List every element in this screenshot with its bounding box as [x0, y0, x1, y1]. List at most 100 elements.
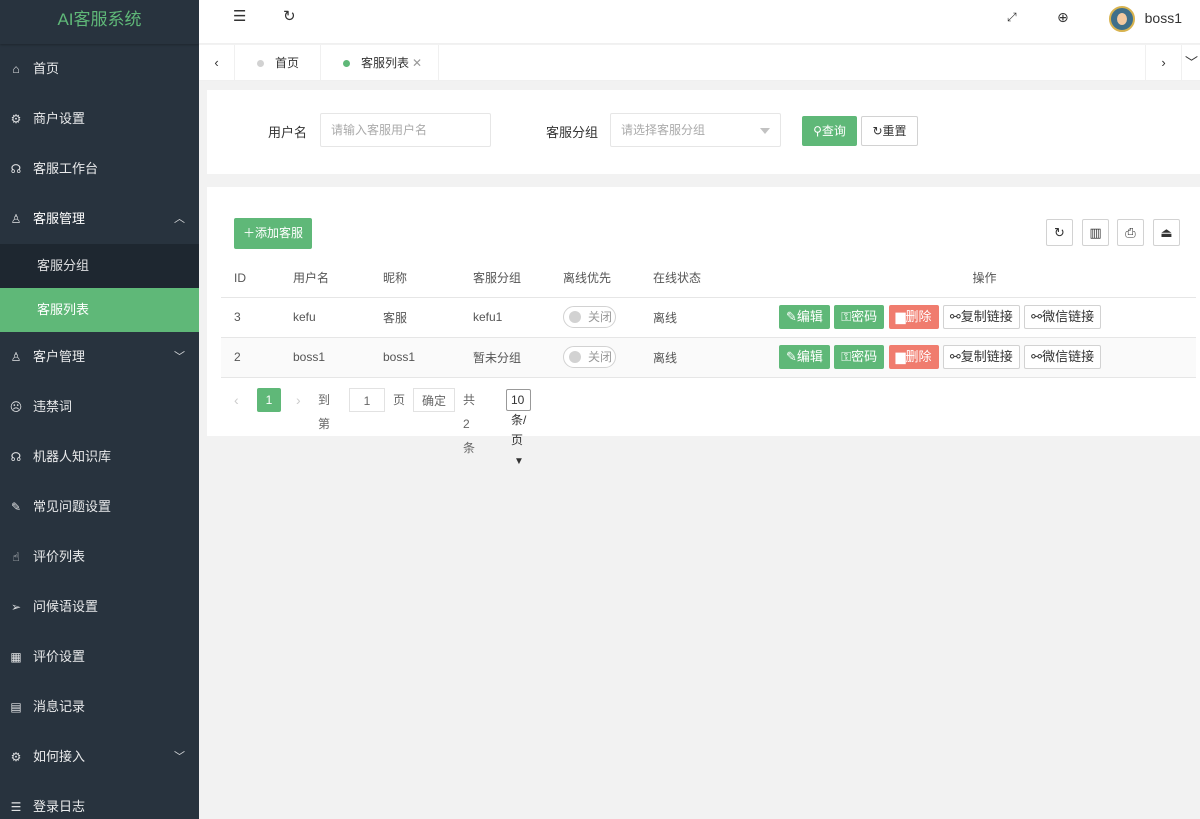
password-button[interactable]: ⚿密码 — [834, 305, 885, 329]
add-agent-button-label: 添加客服 — [255, 226, 304, 240]
delete-button-label: 删除 — [905, 309, 932, 324]
sidebar-item-review-settings[interactable]: ▦ 评价设置 — [0, 632, 199, 682]
edit-button[interactable]: ✎编辑 — [779, 305, 830, 329]
goto-page-input[interactable]: 1 — [349, 388, 385, 412]
close-icon[interactable]: ✕ — [412, 45, 422, 81]
trash-icon: ▆ — [895, 309, 906, 324]
sidebar-item-label: 客户管理 — [33, 349, 86, 364]
table-row: 3 kefu 客服 kefu1 关闭 离线 ✎编辑 ⚿密码 ▆删除 ⚯复制链接 … — [221, 297, 1196, 338]
page-number-current[interactable]: 1 — [257, 388, 281, 412]
print-icon[interactable]: ⎙ — [1117, 219, 1144, 246]
sidebar-item-label: 商户设置 — [33, 111, 86, 126]
sidebar-item-faq-settings[interactable]: ✎ 常见问题设置 — [0, 482, 199, 532]
add-agent-button[interactable]: ＋添加客服 — [234, 218, 312, 249]
chevron-down-icon: ▼ — [514, 456, 524, 467]
sidebar-item-label: 评价设置 — [33, 649, 86, 664]
toggle-knob — [569, 351, 581, 363]
toggle-label: 关闭 — [588, 350, 613, 364]
username-input[interactable]: 请输入客服用户名 — [320, 113, 491, 147]
password-button[interactable]: ⚿密码 — [834, 345, 885, 369]
link-icon: ⚯ — [949, 309, 961, 324]
cell-status: 离线 — [653, 337, 773, 378]
username: boss1 — [1144, 10, 1182, 26]
avatar — [1108, 6, 1135, 33]
page-size-select[interactable]: 10 条/页 ▼ — [506, 389, 532, 467]
wechat-link-button[interactable]: ⚯微信链接 — [1024, 345, 1102, 369]
sidebar-item-banned-words[interactable]: ☹ 违禁词 — [0, 382, 199, 432]
sidebar-item-how-to-integrate[interactable]: ⚙ 如何接入 ﹀ — [0, 732, 199, 782]
edit-icon: ✎ — [786, 349, 797, 364]
sidebar-item-message-log[interactable]: ▤ 消息记录 — [0, 682, 199, 732]
cell-group: 暂未分组 — [473, 337, 563, 378]
sidebar-item-label: 机器人知识库 — [33, 449, 112, 464]
delete-button-label: 删除 — [905, 349, 932, 364]
search-form: 用户名 请输入客服用户名 客服分组 请选择客服分组 ⚲查询 ↻重置 — [207, 90, 1200, 174]
sidebar-item-label: 违禁词 — [33, 399, 73, 414]
goto-confirm-button[interactable]: 确定 — [413, 388, 455, 412]
tab-scroll-left-icon[interactable]: ‹ — [199, 45, 235, 81]
col-header: 用户名 — [293, 259, 383, 298]
copy-link-button[interactable]: ⚯复制链接 — [942, 305, 1020, 329]
sidebar-item-agent-management[interactable]: ♙ 客服管理 ︿ — [0, 194, 199, 244]
sidebar-item-login-log[interactable]: ☰ 登录日志 — [0, 782, 199, 819]
copy-link-button[interactable]: ⚯复制链接 — [942, 345, 1020, 369]
sidebar-item-label: 消息记录 — [33, 699, 86, 714]
top-header: ☰ ↻ ⤢ ⊕ boss1 — [199, 0, 1200, 44]
offline-first-toggle[interactable]: 关闭 — [563, 346, 616, 368]
sidebar-item-review-list[interactable]: ☝ 评价列表 — [0, 532, 199, 582]
fullscreen-icon[interactable]: ⤢ — [1007, 0, 1017, 34]
cell-nickname: 客服 — [383, 297, 473, 338]
offline-first-toggle[interactable]: 关闭 — [563, 306, 616, 328]
sidebar-item-label: 客服工作台 — [33, 161, 99, 176]
cell-username: boss1 — [293, 337, 383, 378]
toggle-label: 关闭 — [588, 310, 613, 324]
export-icon[interactable]: ⏏ — [1153, 219, 1180, 246]
sidebar-item-greeting-settings[interactable]: ➢ 问候语设置 — [0, 582, 199, 632]
cell-id: 3 — [221, 297, 293, 338]
sidebar-item-label: 如何接入 — [33, 749, 86, 764]
tab-home[interactable]: 首页 — [235, 45, 321, 81]
tab-scroll-right-icon[interactable]: › — [1145, 45, 1181, 81]
edit-icon: ✎ — [786, 309, 797, 324]
reset-button[interactable]: ↻重置 — [861, 116, 918, 146]
refresh-icon[interactable]: ↻ — [1046, 219, 1073, 246]
sidebar-item-agent-list[interactable]: 客服列表 — [0, 288, 199, 332]
query-button[interactable]: ⚲查询 — [802, 116, 857, 146]
cell-group: kefu1 — [473, 297, 563, 338]
app-logo[interactable]: AI客服系统 — [0, 0, 199, 44]
sidebar-item-label: 评价列表 — [33, 549, 86, 564]
sidebar-item-robot-kb[interactable]: ☊ 机器人知识库 — [0, 432, 199, 482]
edit-button-label: 编辑 — [796, 349, 823, 364]
lock-icon: ⚿ — [841, 309, 852, 324]
wechat-link-button[interactable]: ⚯微信链接 — [1024, 305, 1102, 329]
col-header: ID — [221, 259, 293, 298]
link-icon: ⚯ — [1031, 309, 1043, 324]
chevron-down-icon: ﹀ — [174, 751, 185, 763]
sidebar-item-home[interactable]: ⌂ 首页 — [0, 44, 199, 94]
menu-toggle-icon[interactable]: ☰ — [233, 0, 246, 34]
user-menu[interactable]: boss1 — [1108, 4, 1182, 33]
col-header: 客服分组 — [473, 259, 563, 298]
link-icon: ⚯ — [949, 349, 961, 364]
next-page-icon[interactable]: › — [296, 388, 301, 412]
globe-icon[interactable]: ⊕ — [1057, 0, 1069, 34]
chevron-down-icon[interactable]: ﹀ — [1181, 45, 1200, 81]
sidebar-item-agent-groups[interactable]: 客服分组 — [0, 244, 199, 288]
group-label: 客服分组 — [546, 125, 599, 140]
query-button-label: 查询 — [821, 124, 846, 138]
columns-icon[interactable]: ▥ — [1082, 219, 1109, 246]
tab-label: 首页 — [275, 56, 300, 70]
group-select[interactable]: 请选择客服分组 — [610, 113, 781, 147]
sidebar-item-workbench[interactable]: ☊ 客服工作台 — [0, 144, 199, 194]
page-unit-label: 页 — [393, 393, 406, 407]
tab-agent-list[interactable]: 客服列表 ✕ — [321, 45, 439, 81]
delete-button[interactable]: ▆删除 — [888, 305, 939, 329]
sidebar-item-merchant-settings[interactable]: ⚙ 商户设置 — [0, 94, 199, 144]
wechat-link-button-label: 微信链接 — [1042, 349, 1095, 364]
sidebar-item-customer-management[interactable]: ♙ 客户管理 ﹀ — [0, 332, 199, 382]
prev-page-icon[interactable]: ‹ — [234, 388, 239, 412]
edit-button[interactable]: ✎编辑 — [779, 345, 830, 369]
delete-button[interactable]: ▆删除 — [888, 345, 939, 369]
refresh-icon[interactable]: ↻ — [283, 0, 296, 34]
cell-username: kefu — [293, 297, 383, 338]
